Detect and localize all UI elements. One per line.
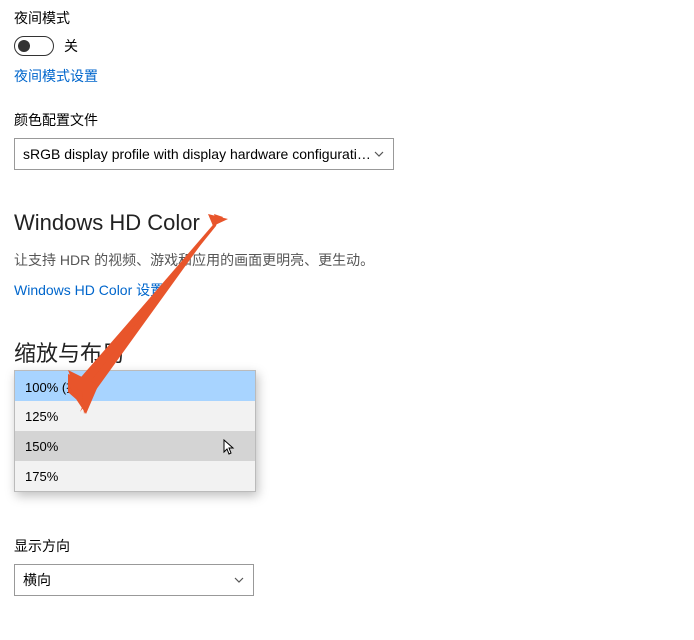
color-profile-selected: sRGB display profile with display hardwa… — [23, 146, 373, 162]
chevron-down-icon — [373, 148, 385, 160]
color-profile-combobox[interactable]: sRGB display profile with display hardwa… — [14, 138, 394, 170]
scale-dropdown: 100% (推荐) 125% 150% 175% — [14, 370, 256, 492]
scale-option-175-label: 175% — [25, 469, 58, 484]
scale-option-100[interactable]: 100% (推荐) — [15, 371, 255, 401]
orientation-title: 显示方向 — [14, 536, 680, 556]
night-mode-section: 夜间模式 关 夜间模式设置 — [14, 8, 680, 86]
orientation-combobox[interactable]: 横向 — [14, 564, 254, 596]
scale-option-175[interactable]: 175% — [15, 461, 255, 491]
night-mode-toggle-row: 关 — [14, 36, 680, 56]
hd-color-settings-link[interactable]: Windows HD Color 设置 — [14, 280, 680, 300]
scale-option-150-label: 150% — [25, 439, 58, 454]
chevron-down-icon — [233, 574, 245, 586]
night-mode-settings-link[interactable]: 夜间模式设置 — [14, 66, 680, 86]
night-mode-title: 夜间模式 — [14, 8, 680, 28]
scale-option-125[interactable]: 125% — [15, 401, 255, 431]
night-mode-state: 关 — [64, 36, 78, 56]
color-profile-section: 颜色配置文件 sRGB display profile with display… — [14, 110, 680, 170]
scale-layout-heading: 缩放与布局 — [14, 336, 680, 368]
orientation-section: 显示方向 横向 — [14, 536, 680, 596]
color-profile-title: 颜色配置文件 — [14, 110, 680, 130]
hd-color-heading: Windows HD Color — [14, 210, 680, 236]
hd-color-description: 让支持 HDR 的视频、游戏和应用的画面更明亮、更生动。 — [14, 250, 680, 270]
orientation-selected: 横向 — [23, 570, 51, 590]
scale-option-125-label: 125% — [25, 409, 58, 424]
night-mode-toggle[interactable] — [14, 36, 54, 56]
scale-option-100-label: 100% (推荐) — [25, 377, 97, 396]
bottom-gap — [14, 620, 680, 640]
scale-option-150[interactable]: 150% — [15, 431, 255, 461]
toggle-knob — [18, 40, 30, 52]
hd-color-section: Windows HD Color 让支持 HDR 的视频、游戏和应用的画面更明亮… — [14, 210, 680, 300]
cursor-icon — [223, 439, 237, 457]
